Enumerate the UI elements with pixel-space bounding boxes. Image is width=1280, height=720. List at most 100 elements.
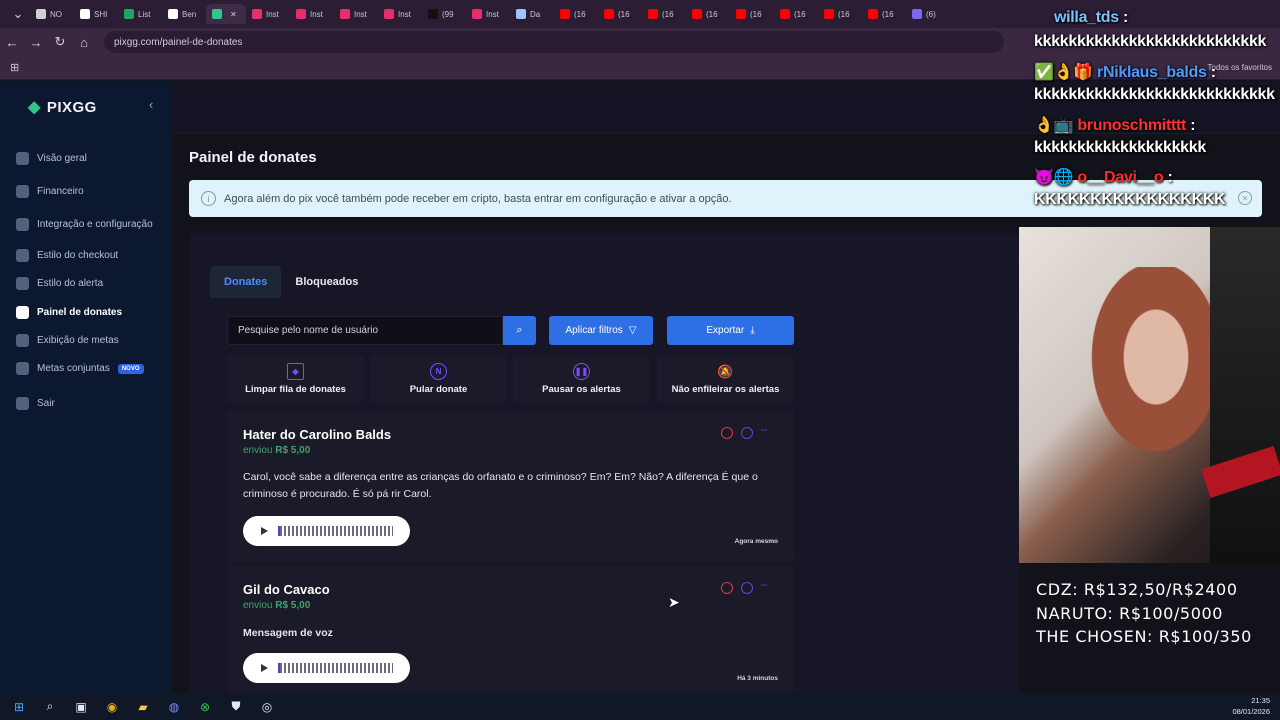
tab-favicon-icon [868, 9, 878, 19]
tab-label: (16 [838, 9, 850, 19]
browser-tab[interactable]: (16 [862, 4, 906, 24]
no-queue-alerts-button[interactable]: 🔕 Não enfileirar os alertas [657, 355, 794, 403]
sidebar-item[interactable]: Estilo do alerta [16, 277, 166, 290]
tab-label: (6) [926, 9, 936, 19]
skip-small-icon[interactable]: ⏭ [761, 582, 773, 594]
tab-search-icon[interactable]: ⌄ [6, 2, 30, 26]
start-menu-icon[interactable]: ⊞ [7, 695, 31, 719]
browser-tab[interactable]: Ben [162, 4, 206, 24]
browser-tab[interactable]: (16 [642, 4, 686, 24]
apps-grid-icon[interactable]: ⊞ [10, 61, 19, 74]
donate-time: Agora mesmo [734, 538, 778, 545]
no-queue-alerts-label: Não enfileirar os alertas [671, 384, 780, 395]
waveform[interactable] [278, 526, 393, 536]
collapse-sidebar-icon[interactable]: ‹ [149, 97, 153, 112]
tab-favicon-icon [168, 9, 178, 19]
sidebar-item[interactable]: Sair [16, 397, 166, 410]
play-icon[interactable] [261, 527, 268, 535]
pause-icon: ❚❚ [573, 363, 590, 380]
browser-tab[interactable]: Da [510, 4, 554, 24]
goal-line: THE CHOSEN: R$100/350 [1036, 627, 1252, 646]
tab-favicon-icon [124, 9, 134, 19]
url-field[interactable]: pixgg.com/painel-de-donates [104, 31, 1004, 53]
tab-bloqueados[interactable]: Bloqueados [281, 266, 372, 298]
tab-label: NO [50, 9, 62, 19]
search-button[interactable]: ⌕ [503, 316, 536, 345]
browser-tab[interactable]: (16 [730, 4, 774, 24]
sidebar-item[interactable]: Exibição de metas [16, 334, 166, 347]
replay-icon[interactable] [741, 427, 753, 439]
browser-tab[interactable]: (16 [554, 4, 598, 24]
waveform[interactable] [278, 663, 393, 673]
chrome-icon[interactable]: ◉ [100, 695, 124, 719]
sidebar-item[interactable]: Painel de donates [16, 306, 166, 319]
browser-tab[interactable]: (16 [818, 4, 862, 24]
skip-small-icon[interactable]: ⏭ [761, 427, 773, 439]
browser-tab[interactable]: Inst [290, 4, 334, 24]
back-icon[interactable]: ← [0, 30, 24, 54]
system-clock[interactable]: 21:35 08/01/2026 [1232, 695, 1270, 717]
browser-tab[interactable]: Inst [334, 4, 378, 24]
sidebar-item[interactable]: Visão geral [16, 152, 166, 165]
browser-tab[interactable]: (6) [906, 4, 950, 24]
obs-icon[interactable]: ◎ [255, 695, 279, 719]
donate-card: Gil do Cavaco enviou R$ 5,00 ⏭ Mensagem … [227, 565, 794, 693]
browser-tab[interactable]: (99 [422, 4, 466, 24]
browser-tab[interactable]: Inst [466, 4, 510, 24]
tab-donates[interactable]: Donates [210, 266, 282, 298]
reload-icon[interactable]: ↻ [48, 30, 72, 54]
brand-logo[interactable]: ◆ PIXGG [28, 97, 97, 117]
donate-message: Carol, você sabe a diferença entre as cr… [243, 471, 758, 500]
play-icon[interactable] [261, 664, 268, 672]
donate-controls: ⏭ [721, 582, 773, 594]
browser-tab[interactable]: (16 [686, 4, 730, 24]
block-icon[interactable] [721, 427, 733, 439]
file-explorer-icon[interactable]: ▰ [131, 695, 155, 719]
audio-player[interactable] [243, 516, 410, 546]
tab-favicon-icon [296, 9, 306, 19]
close-tab-icon[interactable]: ✕ [230, 10, 237, 19]
tab-label: SHI [94, 9, 108, 19]
goal-line: NARUTO: R$100/5000 [1036, 603, 1224, 623]
xbox-icon[interactable]: ⊗ [193, 695, 217, 719]
audio-player[interactable] [243, 653, 410, 683]
search-input[interactable]: Pesquise pelo nome de usuário [227, 316, 503, 345]
export-button[interactable]: Exportar ⤓ [667, 316, 794, 345]
apply-filters-label: Aplicar filtros [565, 325, 623, 336]
browser-tab[interactable]: (16 [598, 4, 642, 24]
clear-queue-button[interactable]: ◆ Limpar fila de donates [227, 355, 364, 403]
security-icon[interactable]: ⛊ [224, 695, 248, 719]
search-icon[interactable]: ⌕ [38, 695, 62, 719]
home-icon[interactable]: ⌂ [72, 30, 96, 54]
gaming-chair [1210, 227, 1280, 563]
browser-tab[interactable]: Inst [378, 4, 422, 24]
donor-name: Hater do Carolino Balds [243, 427, 392, 442]
donate-time: Há 3 minutos [737, 675, 778, 682]
tab-label: Inst [310, 9, 323, 19]
sidebar-item[interactable]: Financeiro [16, 185, 166, 198]
forward-icon[interactable]: → [24, 30, 48, 54]
logout-icon [16, 397, 29, 410]
skip-donate-button[interactable]: N Pular donate [370, 355, 507, 403]
pause-alerts-button[interactable]: ❚❚ Pausar os alertas [513, 355, 650, 403]
browser-tab[interactable]: (16 [774, 4, 818, 24]
sidebar-item[interactable]: Integração e configuração [16, 218, 166, 231]
sidebar-item[interactable]: Metas conjuntas NOVO [16, 362, 166, 375]
tab-label: (16 [662, 9, 674, 19]
browser-tab[interactable]: SHI [74, 4, 118, 24]
chat-user: brunoschmitttt [1077, 117, 1187, 134]
all-favorites[interactable]: Todos os favoritos [1208, 63, 1272, 72]
block-icon[interactable] [721, 582, 733, 594]
sidebar-item[interactable]: Estilo do checkout [16, 249, 166, 262]
close-banner-icon[interactable]: ✕ [1238, 191, 1252, 205]
browser-tab[interactable]: ✕ [206, 4, 246, 24]
replay-icon[interactable] [741, 582, 753, 594]
sidebar-item-label: Sair [37, 398, 55, 409]
task-view-icon[interactable]: ▣ [69, 695, 93, 719]
browser-tab[interactable]: Inst [246, 4, 290, 24]
sidebar-item-label: Metas conjuntas [37, 363, 110, 374]
browser-tab[interactable]: List [118, 4, 162, 24]
browser-tab[interactable]: NO [30, 4, 74, 24]
apply-filters-button[interactable]: Aplicar filtros ▽ [549, 316, 653, 345]
discord-icon[interactable]: ◍ [162, 695, 186, 719]
